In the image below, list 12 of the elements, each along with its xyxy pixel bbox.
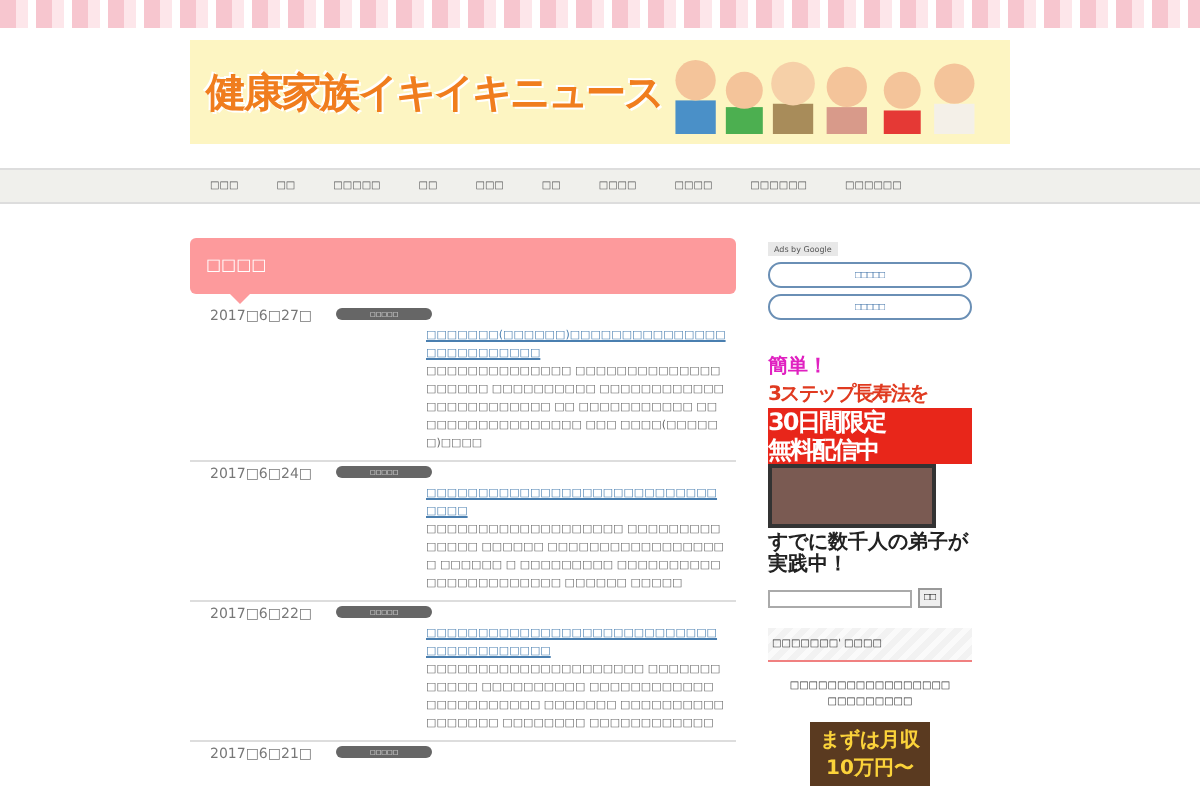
- search-field[interactable]: [768, 589, 912, 607]
- ad-caption: すでに数千人の弟子が実践中！: [768, 532, 971, 576]
- ad-headline: 無料配信中: [768, 436, 972, 464]
- heading-pointer-icon: [230, 294, 250, 304]
- ad-banner[interactable]: まずは月収 10万円〜: [810, 722, 930, 786]
- ad-banner[interactable]: 簡単！ 3ステップ長寿法を 30日間限定 無料配信中 すでに数千人の弟子が実践中！: [768, 352, 972, 576]
- ad-headline: 30日間限定: [768, 408, 972, 436]
- ad-headline: 10万円〜: [826, 756, 914, 782]
- ad-headline: 3ステップ長寿法を: [768, 380, 930, 408]
- ad-headline: まずは月収: [820, 727, 920, 754]
- ad-headline: 簡単！: [768, 353, 830, 380]
- section-heading: □□□□: [190, 238, 736, 294]
